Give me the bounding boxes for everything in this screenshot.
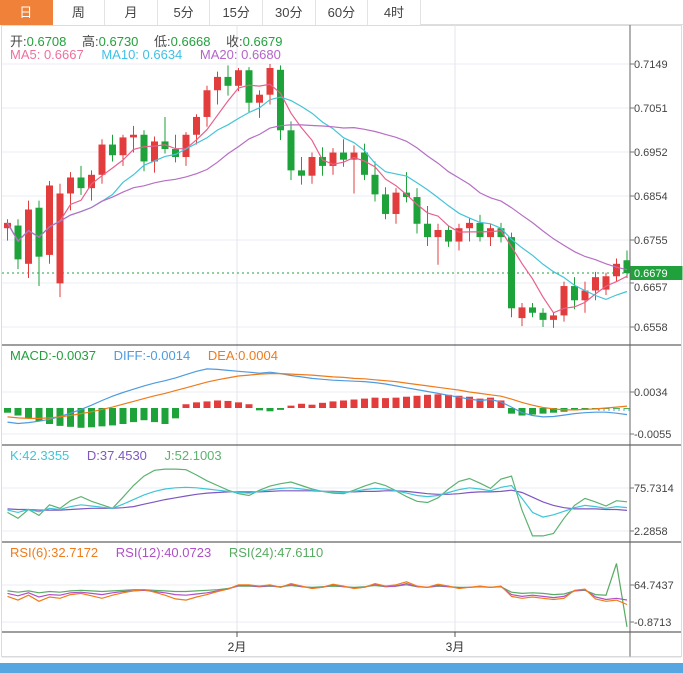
macd-readout: MACD:-0.0037 DIFF:-0.0014 DEA:0.0004 <box>10 348 278 363</box>
j-line <box>8 469 628 536</box>
kdj-readout: K:42.3355 D:37.4530 J:52.1003 <box>10 448 222 463</box>
rsi-readout: RSI(6):32.7172 RSI(12):40.0723 RSI(24):4… <box>10 545 323 560</box>
y-axis-label: 75.7314 <box>634 483 674 495</box>
dea-value: DEA:0.0004 <box>208 348 278 363</box>
rsi6-value: RSI(6):32.7172 <box>10 545 98 560</box>
y-axis-label: 64.7437 <box>634 580 674 592</box>
y-axis-label: 0.6952 <box>634 147 668 159</box>
macd-histogram <box>4 394 631 427</box>
y-axis-label: -0.0055 <box>634 429 671 441</box>
j-value: J:52.1003 <box>165 448 222 463</box>
d-value: D:37.4530 <box>87 448 147 463</box>
x-axis-label: 3月 <box>446 640 465 654</box>
ma-readout: MA5: 0.6667 MA10: 0.6634 MA20: 0.6680 <box>10 47 281 62</box>
k-line <box>8 486 628 518</box>
y-axis-label: 0.6657 <box>634 282 668 294</box>
ma10-value: MA10: 0.6634 <box>101 47 182 62</box>
ma20-value: MA20: 0.6680 <box>200 47 281 62</box>
current-price-label: 0.6679 <box>634 268 668 280</box>
panel-separators <box>2 25 681 657</box>
y-axis-label: -0.8713 <box>634 617 671 629</box>
y-axis-label: 2.2858 <box>634 526 668 538</box>
current-price-tag: 0.6679 <box>631 266 683 280</box>
macd-value: MACD:-0.0037 <box>10 348 96 363</box>
x-axis-label: 2月 <box>228 640 247 654</box>
x-axis-labels: 2月 3月 <box>228 632 465 654</box>
y-axis-main: 0.7149 0.7051 0.6952 0.6854 0.6755 0.6657 0.65… <box>630 59 668 334</box>
y-axis-label: 0.7051 <box>634 103 668 115</box>
trading-chart-app: 日 周 月 5分 15分 30分 60分 4时 0.71490.70510.69… <box>0 0 683 673</box>
chart-canvas[interactable]: 0.7149 0.7051 0.6952 0.6854 0.6755 0.6657 0.65… <box>0 0 683 673</box>
y-axis-sub: 0.0034 -0.0055 75.7314 2.2858 64.7437 -0.8713 <box>630 387 674 629</box>
y-axis-label: 0.0034 <box>634 387 668 399</box>
y-axis-label: 0.6854 <box>634 191 668 203</box>
ma10-line <box>8 97 628 299</box>
ma5-line <box>8 84 628 312</box>
bottom-bar <box>0 663 683 673</box>
k-value: K:42.3355 <box>10 448 69 463</box>
y-axis-label: 0.6755 <box>634 235 668 247</box>
ma5-value: MA5: 0.6667 <box>10 47 84 62</box>
diff-value: DIFF:-0.0014 <box>114 348 191 363</box>
y-axis-label: 0.7149 <box>634 59 668 71</box>
y-axis-label: 0.6558 <box>634 322 668 334</box>
rsi24-value: RSI(24):47.6110 <box>229 545 323 560</box>
rsi12-value: RSI(12):40.0723 <box>116 545 211 560</box>
